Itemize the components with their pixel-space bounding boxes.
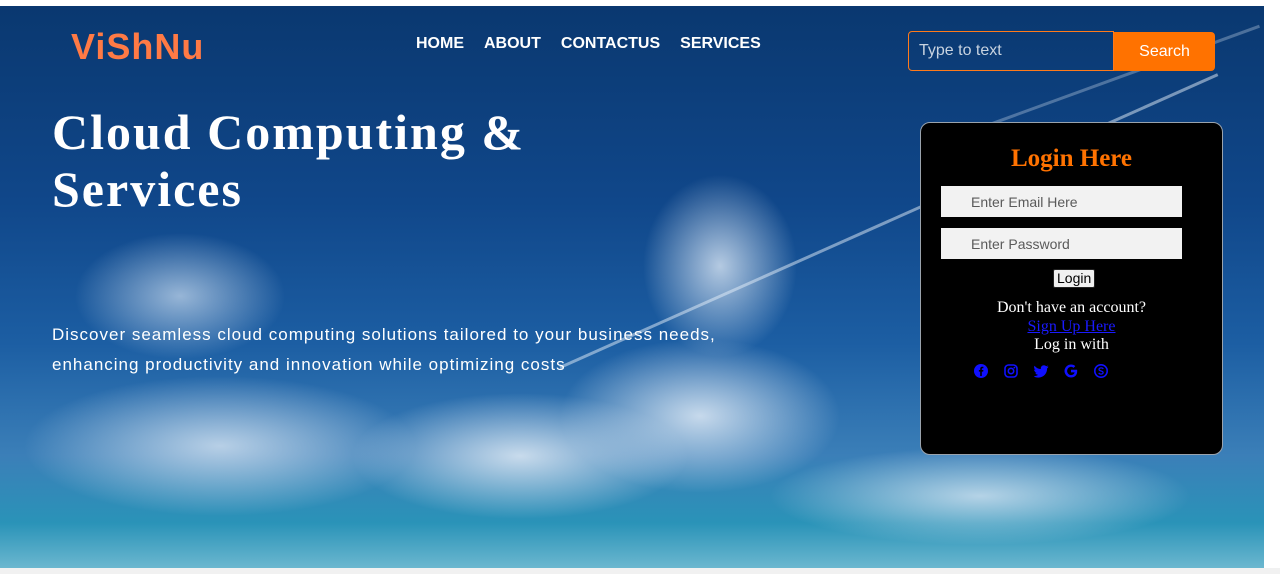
signup-link[interactable]: Sign Up Here — [921, 318, 1222, 336]
skype-icon[interactable] — [1093, 363, 1109, 379]
nav-contactus[interactable]: CONTACTUS — [561, 35, 660, 53]
facebook-icon[interactable] — [973, 363, 989, 379]
nav-services[interactable]: SERVICES — [680, 35, 761, 53]
search-input[interactable] — [908, 31, 1114, 71]
hero-title: Cloud Computing & Services — [52, 104, 525, 217]
hero-description: Discover seamless cloud computing soluti… — [52, 325, 716, 374]
nav-about[interactable]: ABOUT — [484, 35, 541, 53]
instagram-icon[interactable] — [1003, 363, 1019, 379]
email-field[interactable] — [941, 186, 1182, 217]
log-in-with-text: Log in with — [1034, 336, 1109, 353]
login-button[interactable]: Login — [1053, 269, 1096, 288]
horizontal-scrollbar[interactable] — [0, 568, 1280, 574]
login-title: Login Here — [1010, 145, 1133, 172]
google-icon[interactable] — [1063, 363, 1079, 379]
vertical-scrollbar[interactable] — [1264, 6, 1280, 568]
twitter-icon[interactable] — [1033, 363, 1049, 379]
main-nav: HOME ABOUT CONTACTUS SERVICES — [416, 35, 761, 53]
social-login-row — [973, 363, 1109, 379]
login-card: Login Here Login Don't have an account? … — [920, 122, 1223, 455]
password-field[interactable] — [941, 228, 1182, 259]
site-logo[interactable]: ViShNu — [71, 26, 204, 68]
search-button[interactable]: Search — [1114, 32, 1215, 71]
nav-home[interactable]: HOME — [416, 35, 464, 53]
no-account-text: Don't have an account? — [996, 299, 1147, 316]
